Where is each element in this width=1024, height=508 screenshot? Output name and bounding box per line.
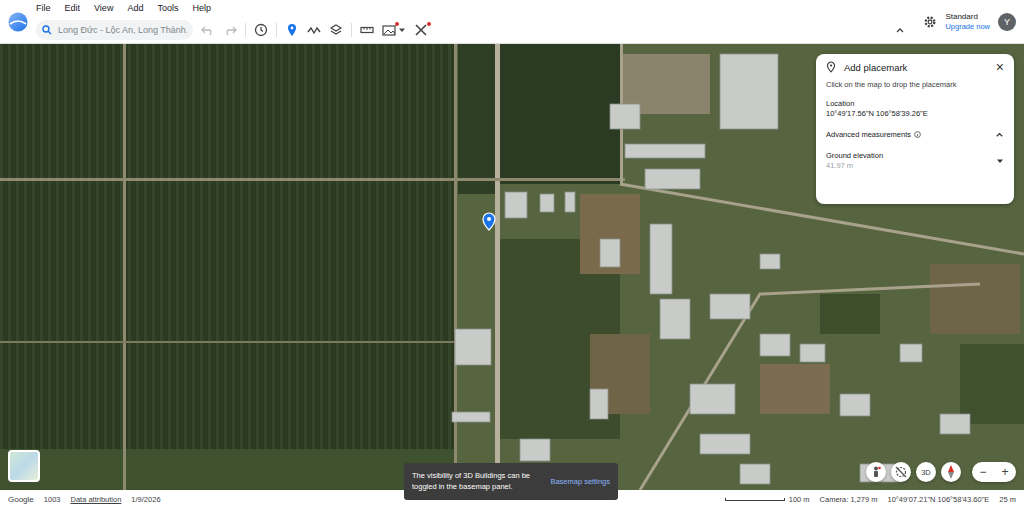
camera-altitude: Camera: 1,279 m <box>820 495 878 504</box>
zoom-in-button[interactable]: + <box>994 462 1016 482</box>
panel-hint: Click on the map to drop the placemark <box>826 80 1004 89</box>
placemark-pin-icon[interactable] <box>482 212 496 231</box>
google-earth-app: File Edit View Add Tools Help Long Đức - Lộc A… <box>0 0 1024 508</box>
plan-name: Standard <box>945 12 990 22</box>
collapse-icon[interactable] <box>895 25 905 35</box>
street-view-button[interactable] <box>866 462 886 482</box>
no-tilt-icon <box>895 466 907 478</box>
tools-icon[interactable] <box>414 23 428 37</box>
notification-dot <box>395 22 399 26</box>
dropdown-caret-icon[interactable] <box>398 26 406 34</box>
account-area: StandardUpgrade now Y <box>913 0 1024 43</box>
panel-title: Add placemark <box>844 62 988 73</box>
info-icon <box>914 131 921 138</box>
history-icon[interactable] <box>254 23 268 37</box>
imagery-date: 1/9/2026 <box>131 495 160 504</box>
basemap-thumbnail[interactable] <box>8 450 40 482</box>
earth-logo-icon[interactable] <box>8 12 28 32</box>
placemark-tool-icon[interactable] <box>285 23 299 37</box>
location-label: Location <box>826 99 1004 108</box>
menu-item[interactable]: Tools <box>157 3 178 13</box>
pegman-icon <box>871 466 881 478</box>
toolbar: Long Đức - Lộc An, Long Thành, <box>36 16 913 43</box>
image-icon[interactable] <box>382 23 396 37</box>
advanced-measurements-toggle[interactable]: Advanced measurements <box>826 124 1004 139</box>
menu-item[interactable]: File <box>36 3 51 13</box>
google-brand: Google <box>8 495 34 504</box>
settings-gear-icon[interactable] <box>923 15 937 29</box>
placemark-icon <box>826 61 836 73</box>
view-3d-button[interactable]: 3D <box>916 462 936 482</box>
toast-message: The visibility of 3D Buildings can be to… <box>412 471 542 491</box>
basemap-settings-button[interactable]: Basemap settings <box>550 477 610 486</box>
ground-elevation-label: Ground elevation <box>826 151 996 160</box>
menu-item[interactable]: View <box>94 3 113 13</box>
expand-caret-icon <box>995 130 1004 139</box>
menu-item[interactable]: Add <box>127 3 143 13</box>
advanced-label: Advanced measurements <box>826 130 911 139</box>
toast: The visibility of 3D Buildings can be to… <box>404 463 618 500</box>
compass-button[interactable] <box>941 462 961 482</box>
location-value: 10°49'17.56"N 106°58'39.26"E <box>826 109 1004 118</box>
scale-bar: 100 m <box>725 495 810 504</box>
cursor-coordinates: 10°49'07.21"N 106°58'43.60"E <box>888 495 990 504</box>
ground-elevation-value: 41.97 m <box>826 161 996 170</box>
avatar[interactable]: Y <box>998 13 1016 31</box>
layers-icon[interactable] <box>329 23 343 37</box>
cursor-elevation: 25 m <box>999 495 1016 504</box>
map-view[interactable]: Add placemark × Click on the map to drop t… <box>0 44 1024 490</box>
ruler-icon[interactable] <box>360 23 374 37</box>
path-tool-icon[interactable] <box>307 23 321 37</box>
undo-icon[interactable] <box>201 23 215 37</box>
data-attribution-link[interactable]: Data attribution <box>70 495 121 504</box>
close-button[interactable]: × <box>996 60 1004 74</box>
zoom-control: −+ <box>972 462 1016 482</box>
search-field[interactable]: Long Đức - Lộc An, Long Thành, <box>36 20 193 40</box>
zoom-out-button[interactable]: − <box>972 462 994 482</box>
imagery-count: 1003 <box>44 495 61 504</box>
scale-label: 100 m <box>789 495 810 504</box>
menu-item[interactable]: Help <box>192 3 211 13</box>
header: File Edit View Add Tools Help Long Đức - Lộc A… <box>0 0 1024 44</box>
add-placemark-panel: Add placemark × Click on the map to drop t… <box>816 54 1014 204</box>
map-controls: 3D −+ <box>866 462 1016 482</box>
redo-icon[interactable] <box>223 23 237 37</box>
upgrade-link[interactable]: Upgrade now <box>945 22 990 31</box>
tilt-toggle-button[interactable] <box>891 462 911 482</box>
compass-icon <box>946 465 956 479</box>
notification-dot <box>427 22 431 26</box>
search-icon <box>42 25 52 35</box>
search-value: Long Đức - Lộc An, Long Thành, <box>58 25 187 35</box>
dropdown-icon[interactable] <box>996 157 1004 165</box>
ground-elevation-row: Ground elevation41.97 m <box>826 145 1004 170</box>
menu-bar: File Edit View Add Tools Help <box>36 0 913 16</box>
menu-item[interactable]: Edit <box>65 3 81 13</box>
